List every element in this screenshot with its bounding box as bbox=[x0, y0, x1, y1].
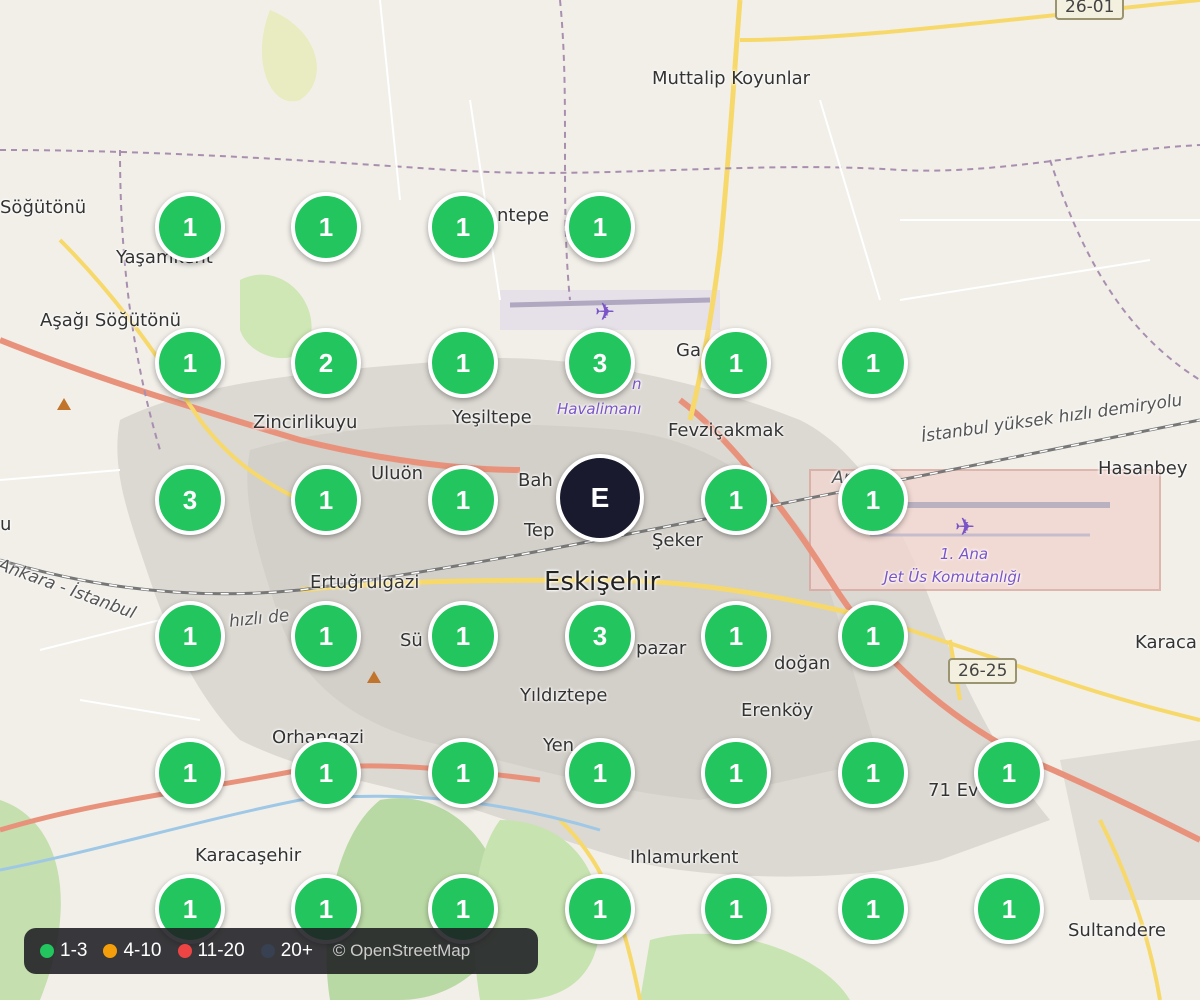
place-label: Erenköy bbox=[741, 700, 814, 721]
cluster-marker[interactable]: 2 bbox=[291, 328, 361, 398]
place-label: Şeker bbox=[652, 530, 703, 551]
legend-item-1-3: 1-3 bbox=[40, 940, 87, 962]
legend-label: 20+ bbox=[280, 940, 313, 961]
place-label: Hasanbey bbox=[1098, 458, 1188, 479]
cluster-marker[interactable]: 1 bbox=[838, 738, 908, 808]
cluster-marker[interactable]: 1 bbox=[701, 328, 771, 398]
cluster-marker[interactable]: 1 bbox=[428, 192, 498, 262]
place-label: Karacaşehir bbox=[195, 845, 302, 866]
place-label: Sü bbox=[400, 630, 423, 651]
cluster-marker[interactable]: 1 bbox=[838, 601, 908, 671]
cluster-marker[interactable]: 3 bbox=[155, 465, 225, 535]
cluster-marker[interactable]: 1 bbox=[565, 192, 635, 262]
cluster-marker[interactable]: 1 bbox=[155, 601, 225, 671]
place-label: ntepe bbox=[497, 205, 550, 226]
cluster-marker[interactable]: 1 bbox=[701, 601, 771, 671]
place-label: 71 Ev bbox=[928, 780, 979, 801]
legend-label: 4-10 bbox=[123, 940, 162, 961]
cluster-marker[interactable]: 1 bbox=[291, 465, 361, 535]
cluster-marker[interactable]: 1 bbox=[838, 465, 908, 535]
cluster-marker[interactable]: 3 bbox=[565, 328, 635, 398]
cluster-marker[interactable]: 1 bbox=[155, 328, 225, 398]
legend-item-20-plus: 20+ bbox=[260, 940, 313, 962]
cluster-marker[interactable]: 1 bbox=[701, 465, 771, 535]
place-label: Uluön bbox=[371, 463, 424, 484]
place-label: Aşağı Söğütönü bbox=[40, 310, 182, 331]
place-label: Söğütönü bbox=[0, 197, 87, 218]
place-label: Sultandere bbox=[1068, 920, 1166, 941]
place-label: Muttalip Koyunlar bbox=[652, 68, 811, 89]
cluster-marker[interactable]: 1 bbox=[155, 738, 225, 808]
cluster-marker[interactable]: 1 bbox=[565, 874, 635, 944]
city-label: Eskişehir bbox=[544, 567, 661, 597]
place-label: Zincirlikuyu bbox=[253, 412, 358, 433]
cluster-marker[interactable]: 1 bbox=[838, 874, 908, 944]
airbase-label: Jet Üs Komutanlığı bbox=[884, 568, 1022, 586]
place-label: pazar bbox=[636, 638, 687, 659]
map-legend: 1-3 4-10 11-20 20+ © OpenStreetMap bbox=[24, 928, 538, 974]
road-shield: 26-25 bbox=[948, 658, 1018, 684]
cluster-marker[interactable]: 1 bbox=[701, 738, 771, 808]
place-label: Yeşiltepe bbox=[452, 407, 532, 428]
cluster-marker[interactable]: 1 bbox=[974, 738, 1044, 808]
legend-item-11-20: 11-20 bbox=[177, 940, 245, 962]
place-label: Yen bbox=[543, 735, 575, 756]
location-marker[interactable]: E bbox=[556, 454, 644, 542]
attribution-link[interactable]: © OpenStreetMap bbox=[333, 941, 470, 961]
legend-item-4-10: 4-10 bbox=[103, 940, 162, 962]
place-label: Tep bbox=[524, 520, 555, 541]
place-label: Bah bbox=[518, 470, 553, 491]
cluster-marker[interactable]: 1 bbox=[974, 874, 1044, 944]
cluster-marker[interactable]: 1 bbox=[291, 192, 361, 262]
road-shield: 26-01 bbox=[1055, 0, 1125, 20]
airbase-label: 1. Ana bbox=[940, 545, 989, 563]
place-label: Karaca bbox=[1135, 632, 1197, 653]
cluster-marker[interactable]: 1 bbox=[155, 192, 225, 262]
legend-label: 1-3 bbox=[60, 940, 88, 961]
place-label: Ihlamurkent bbox=[630, 847, 739, 868]
place-label: doğan bbox=[774, 653, 831, 674]
cluster-marker[interactable]: 1 bbox=[428, 738, 498, 808]
place-label: Yıldıztepe bbox=[520, 685, 608, 706]
legend-dot-icon bbox=[40, 944, 54, 958]
place-label: Ga bbox=[676, 340, 701, 361]
svg-text:✈: ✈ bbox=[955, 513, 975, 541]
svg-text:✈: ✈ bbox=[595, 298, 615, 326]
legend-dot-icon bbox=[260, 944, 275, 958]
cluster-marker[interactable]: 1 bbox=[291, 738, 361, 808]
legend-label: 11-20 bbox=[197, 940, 245, 961]
cluster-marker[interactable]: 1 bbox=[838, 328, 908, 398]
cluster-marker[interactable]: 1 bbox=[428, 465, 498, 535]
airport-label: n bbox=[632, 375, 642, 393]
cluster-marker[interactable]: 1 bbox=[428, 328, 498, 398]
cluster-marker[interactable]: 1 bbox=[428, 601, 498, 671]
legend-dot-icon bbox=[103, 944, 118, 958]
cluster-marker[interactable]: 1 bbox=[291, 601, 361, 671]
cluster-marker[interactable]: 1 bbox=[701, 874, 771, 944]
cluster-marker[interactable]: 3 bbox=[565, 601, 635, 671]
place-label: Ertuğrulgazi bbox=[310, 572, 420, 593]
place-label: Fevziçakmak bbox=[668, 420, 784, 441]
airport-label: Havalimanı bbox=[557, 400, 642, 418]
legend-dot-icon bbox=[177, 944, 192, 958]
place-label: u bbox=[0, 514, 12, 535]
cluster-marker[interactable]: 1 bbox=[565, 738, 635, 808]
